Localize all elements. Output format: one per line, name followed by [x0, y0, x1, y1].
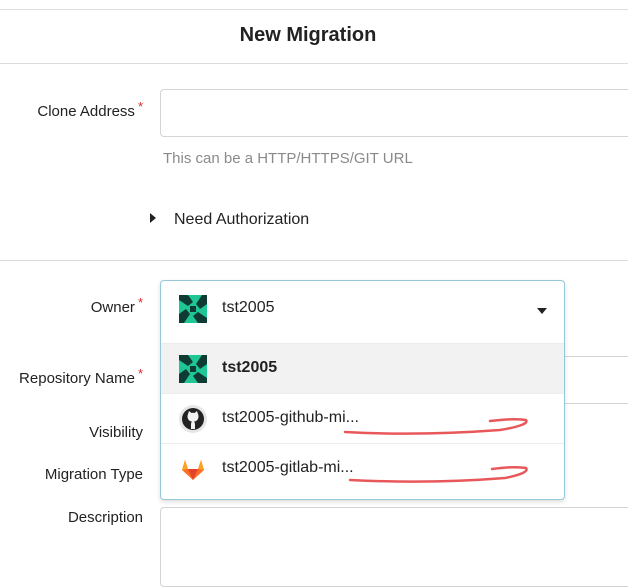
annotation-scribbles	[343, 417, 528, 483]
